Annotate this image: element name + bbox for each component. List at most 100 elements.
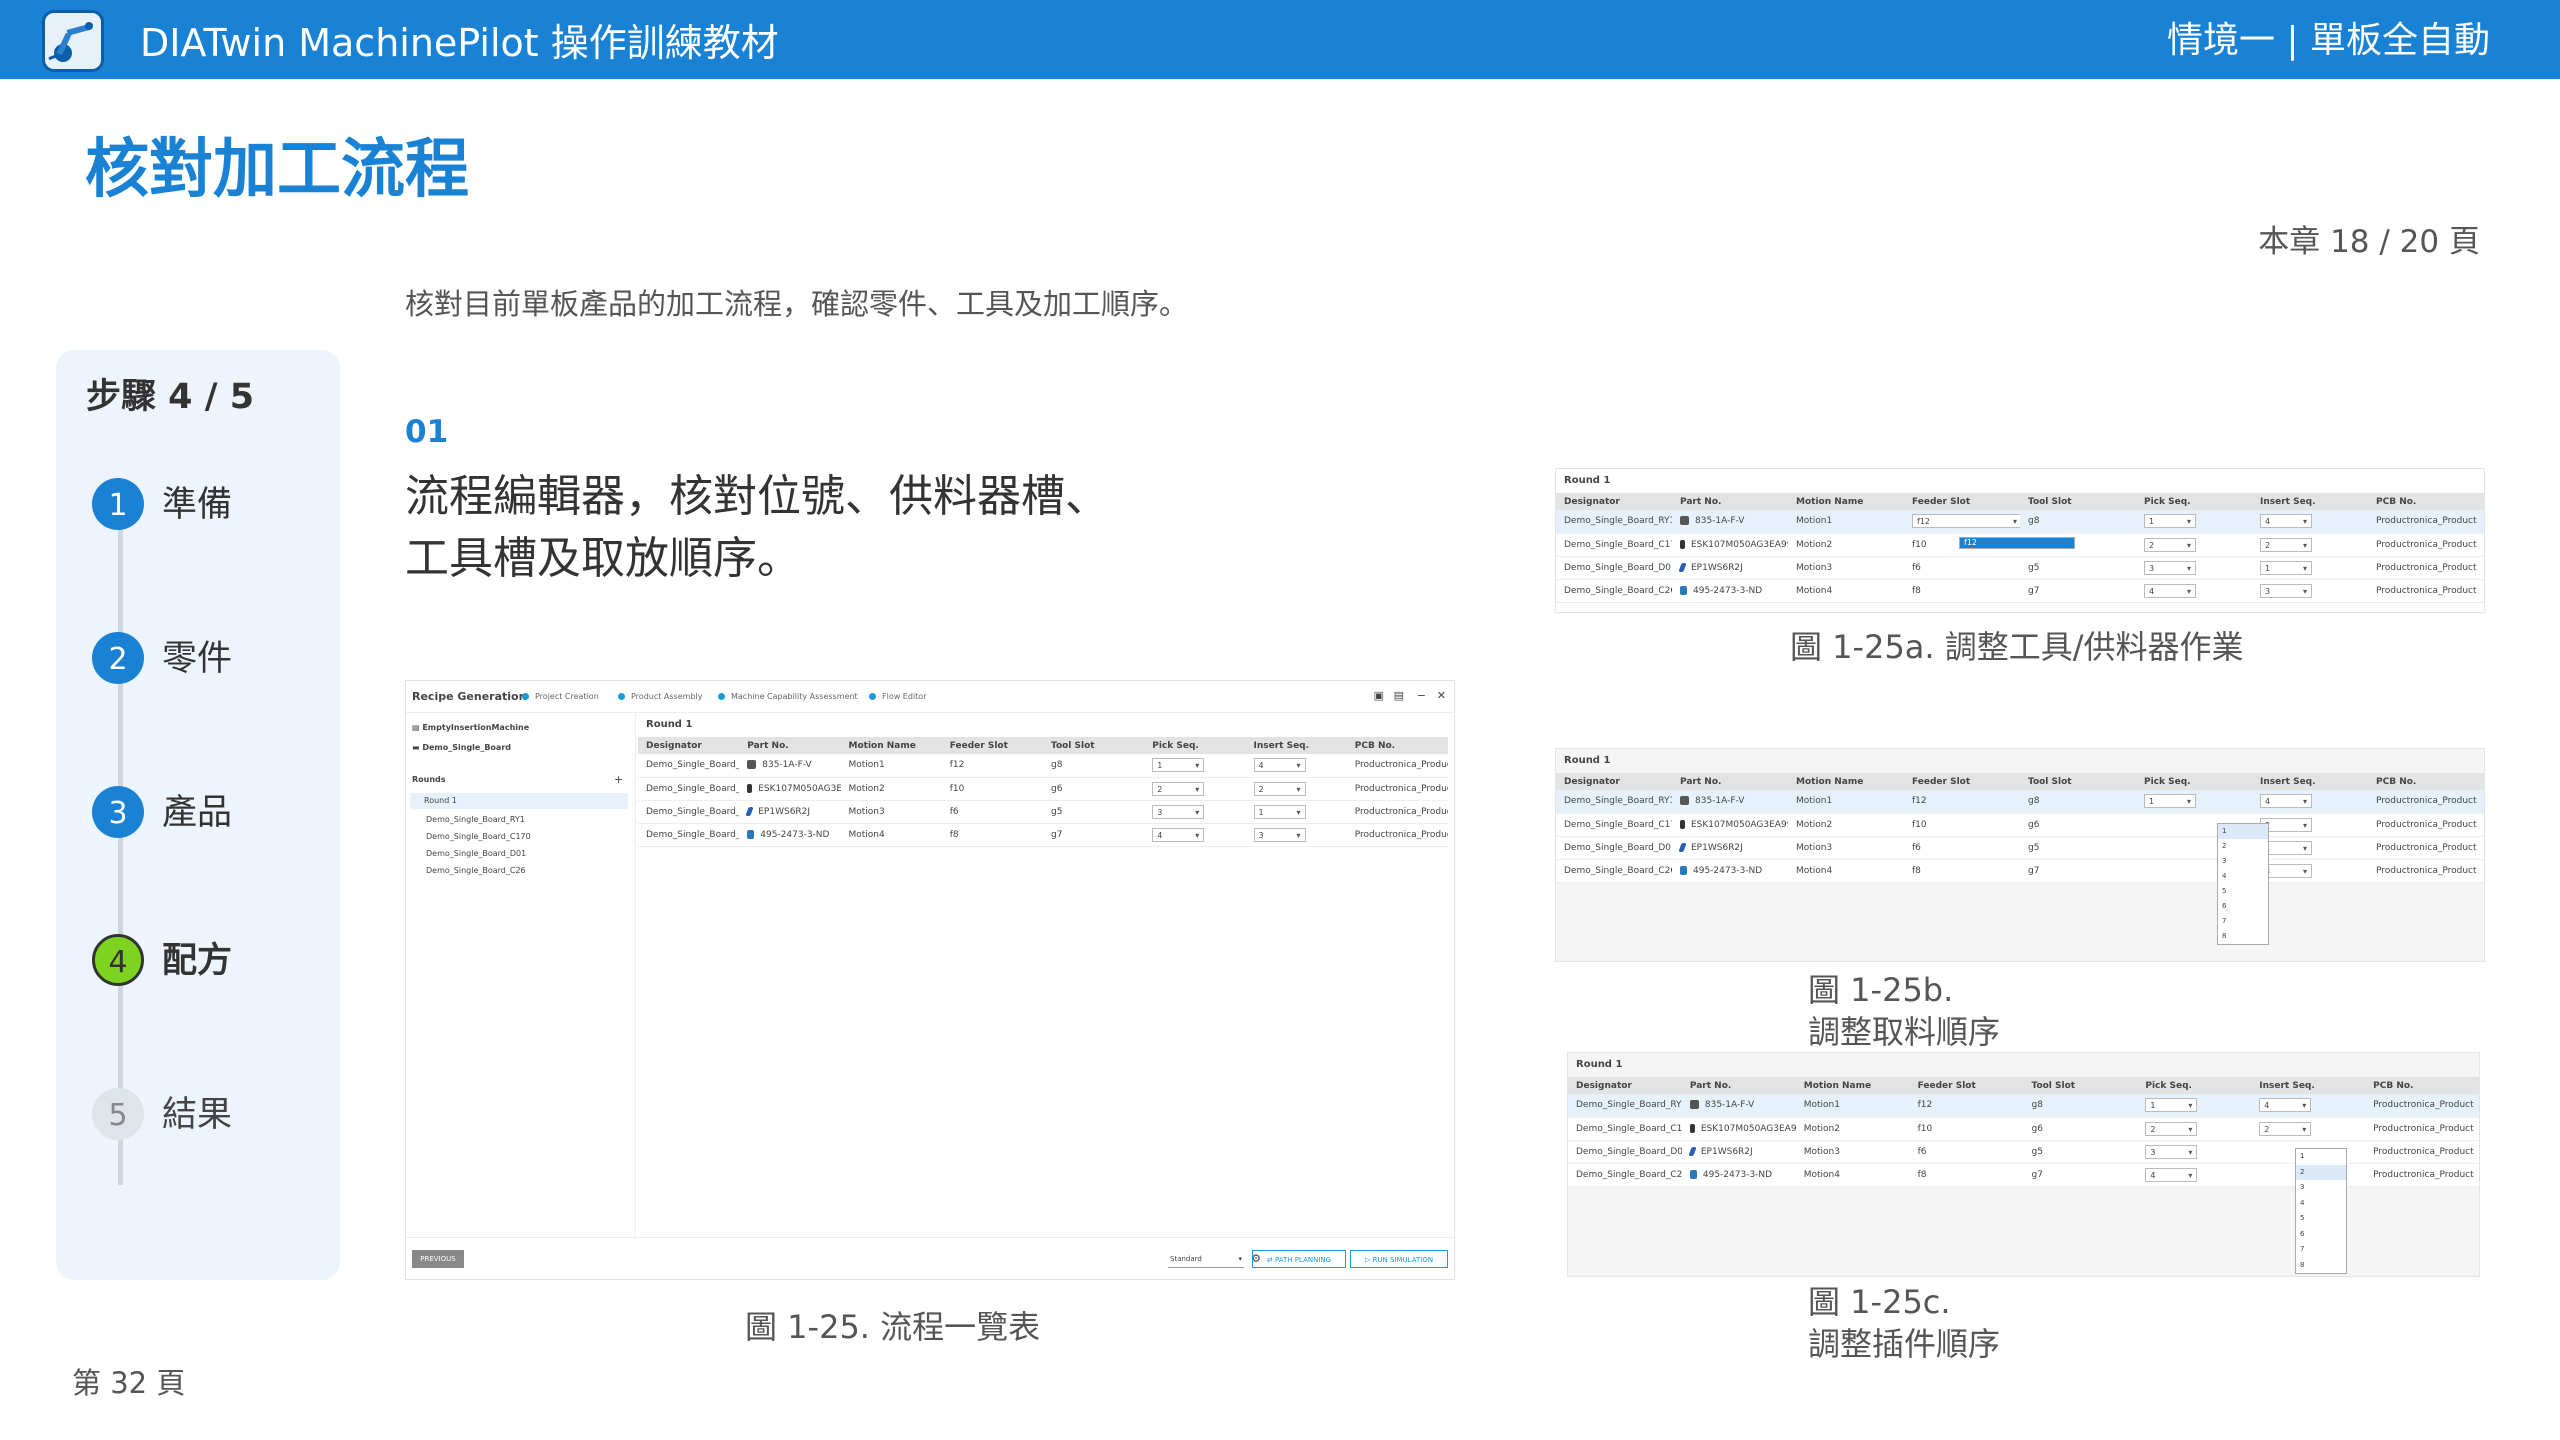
tool-cell[interactable]: g5 bbox=[2020, 556, 2136, 580]
pick-seq-select[interactable]: 2 bbox=[2145, 1121, 2198, 1136]
insert-seq-dropdown-list[interactable]: 1 2 3 4 5 6 7 8 bbox=[2295, 1148, 2347, 1274]
table-row[interactable]: Demo_Single_Board_D01 EP1WS6R2J Motion3 … bbox=[638, 800, 1448, 824]
feeder-cell[interactable]: f6 bbox=[941, 800, 1043, 824]
table-row[interactable]: Demo_Single_Board_C26 495-2473-3-ND Moti… bbox=[638, 823, 1448, 847]
pick-seq-dropdown-list[interactable]: 1 2 3 4 5 6 7 8 bbox=[2217, 823, 2269, 945]
insert-option[interactable]: 3 bbox=[2296, 1180, 2346, 1196]
feeder-select[interactable]: f12 bbox=[1912, 514, 2020, 529]
insert-option[interactable]: 7 bbox=[2296, 1242, 2346, 1258]
insert-seq-cell[interactable]: 1 bbox=[1245, 800, 1347, 824]
insert-option[interactable]: 8 bbox=[2296, 1258, 2346, 1274]
feeder-dropdown-list[interactable]: f12 bbox=[1959, 537, 2075, 549]
feeder-option[interactable]: f12 bbox=[1960, 538, 2074, 548]
insert-seq-cell[interactable]: 2 bbox=[2251, 1117, 2366, 1141]
feeder-cell[interactable]: f12 bbox=[1904, 510, 2020, 534]
pick-seq-cell[interactable]: 2 bbox=[1144, 777, 1246, 801]
pick-seq-cell[interactable]: 4 bbox=[2137, 1163, 2252, 1187]
tool-cell[interactable]: g8 bbox=[2020, 790, 2136, 814]
step-5[interactable]: 5 結果 bbox=[92, 1088, 332, 1148]
tool-cell[interactable]: g8 bbox=[2023, 1094, 2138, 1118]
feeder-cell[interactable]: f10 bbox=[1904, 813, 2020, 837]
step-1[interactable]: 1 準備 bbox=[92, 478, 332, 538]
feeder-cell[interactable]: f12 bbox=[941, 754, 1043, 778]
wizard-step[interactable]: Flow Editor bbox=[869, 692, 926, 701]
pick-seq-select[interactable]: 3 bbox=[1152, 804, 1205, 819]
insert-seq-cell[interactable]: 4 bbox=[2252, 510, 2368, 534]
pick-option[interactable]: 1 bbox=[2218, 824, 2268, 839]
machine-node[interactable]: ▤ EmptyInsertionMachine bbox=[412, 723, 529, 732]
tree-round-1[interactable]: Round 1 bbox=[410, 793, 628, 809]
pick-option[interactable]: 4 bbox=[2218, 869, 2268, 884]
insert-option[interactable]: 2 bbox=[2296, 1164, 2346, 1180]
step-3[interactable]: 3 產品 bbox=[92, 786, 332, 846]
insert-seq-cell[interactable]: 3 bbox=[1245, 823, 1347, 847]
table-row[interactable]: Demo_Single_Board_D01 EP1WS6R2J Motion3 … bbox=[1556, 556, 2484, 580]
tree-item[interactable]: Demo_Single_Board_RY1 bbox=[426, 815, 525, 824]
insert-seq-cell[interactable]: 3 bbox=[2252, 579, 2368, 603]
pick-seq-cell[interactable]: 4 bbox=[2136, 579, 2252, 603]
pick-seq-select[interactable]: 1 bbox=[1152, 758, 1205, 773]
pick-option[interactable]: 6 bbox=[2218, 899, 2268, 914]
insert-seq-select[interactable]: 2 bbox=[2259, 1121, 2312, 1136]
pick-seq-cell[interactable]: 2 bbox=[2136, 533, 2252, 557]
previous-button[interactable]: PREVIOUS bbox=[412, 1250, 464, 1268]
wizard-step[interactable]: Machine Capability Assessment bbox=[718, 692, 858, 701]
pick-seq-select[interactable]: 4 bbox=[2145, 1167, 2198, 1182]
insert-seq-cell[interactable]: 2 bbox=[1245, 777, 1347, 801]
tool-cell[interactable]: g5 bbox=[2023, 1140, 2138, 1164]
insert-option[interactable]: 6 bbox=[2296, 1227, 2346, 1243]
wizard-step[interactable]: Project Creation bbox=[522, 692, 599, 701]
tool-cell[interactable]: g7 bbox=[2023, 1163, 2138, 1187]
pick-seq-cell[interactable]: 3 bbox=[1144, 800, 1246, 824]
table-row[interactable]: Demo_Single_Board_D01 EP1WS6R2J Motion3 … bbox=[1556, 836, 2484, 860]
tree-item[interactable]: Demo_Single_Board_C26 bbox=[426, 866, 526, 875]
table-row[interactable]: Demo_Single_Board_C170 ESK107M050AG3EA99… bbox=[1568, 1117, 2479, 1141]
pick-option[interactable]: 8 bbox=[2218, 929, 2268, 944]
pick-seq-select[interactable]: 2 bbox=[1152, 781, 1205, 796]
insert-seq-select[interactable]: 1 bbox=[1253, 804, 1306, 819]
pick-seq-select[interactable]: 4 bbox=[1152, 827, 1205, 842]
wizard-step[interactable]: Product Assembly bbox=[618, 692, 702, 701]
table-row[interactable]: Demo_Single_Board_RY1 835-1A-F-V Motion1… bbox=[1556, 790, 2484, 814]
insert-seq-cell[interactable]: 4 bbox=[2252, 790, 2368, 814]
insert-seq-select[interactable]: 4 bbox=[2259, 1098, 2312, 1113]
pick-seq-cell[interactable]: 4 bbox=[1144, 823, 1246, 847]
pick-seq-cell[interactable]: 1 bbox=[2137, 1094, 2252, 1118]
tool-cell[interactable]: g6 bbox=[2020, 813, 2136, 837]
tool-cell[interactable]: g6 bbox=[1043, 777, 1145, 801]
feeder-cell[interactable]: f8 bbox=[1904, 859, 2020, 883]
pick-seq-select[interactable]: 2 bbox=[2144, 537, 2196, 552]
insert-seq-select[interactable]: 4 bbox=[2260, 794, 2312, 809]
tool-cell[interactable]: g7 bbox=[2020, 859, 2136, 883]
path-planning-button[interactable]: ⇄ PATH PLANNING bbox=[1252, 1250, 1346, 1268]
add-round-button[interactable]: + bbox=[614, 773, 623, 786]
insert-seq-select[interactable]: 4 bbox=[1253, 758, 1306, 773]
feeder-cell[interactable]: f6 bbox=[1904, 556, 2020, 580]
tree-item[interactable]: Demo_Single_Board_C170 bbox=[426, 832, 531, 841]
table-row[interactable]: Demo_Single_Board_RY1 835-1A-F-V Motion1… bbox=[1568, 1094, 2479, 1118]
insert-seq-cell[interactable]: 4 bbox=[2251, 1094, 2366, 1118]
tool-cell[interactable]: g8 bbox=[2020, 510, 2136, 534]
insert-option[interactable]: 1 bbox=[2296, 1149, 2346, 1165]
insert-seq-select[interactable]: 3 bbox=[2260, 583, 2312, 598]
step-4[interactable]: 4 配方 bbox=[92, 934, 332, 994]
insert-seq-select[interactable]: 4 bbox=[2260, 514, 2312, 529]
insert-seq-cell[interactable]: 1 bbox=[2252, 556, 2368, 580]
table-row[interactable]: Demo_Single_Board_C170 ESK107M050AG3EA99… bbox=[638, 777, 1448, 801]
pick-seq-cell[interactable]: 3 bbox=[2136, 556, 2252, 580]
insert-option[interactable]: 4 bbox=[2296, 1196, 2346, 1212]
table-row[interactable]: Demo_Single_Board_C26 495-2473-3-ND Moti… bbox=[1556, 859, 2484, 883]
board-node[interactable]: ▬ Demo_Single_Board bbox=[412, 743, 511, 752]
pick-seq-select[interactable]: 1 bbox=[2144, 514, 2196, 529]
pick-seq-select[interactable]: 3 bbox=[2145, 1144, 2198, 1159]
feeder-cell[interactable]: f8 bbox=[1904, 579, 2020, 603]
pick-seq-cell[interactable]: 1 bbox=[2136, 510, 2252, 534]
pick-seq-select[interactable]: 1 bbox=[2145, 1098, 2198, 1113]
pick-seq-select[interactable]: 3 bbox=[2144, 560, 2196, 575]
pick-seq-select[interactable]: 1 bbox=[2144, 794, 2196, 809]
tool-cell[interactable]: g6 bbox=[2023, 1117, 2138, 1141]
pick-seq-cell[interactable]: 2 bbox=[2137, 1117, 2252, 1141]
insert-seq-select[interactable]: 1 bbox=[2260, 560, 2312, 575]
insert-seq-cell[interactable]: 1 bbox=[2252, 836, 2368, 860]
table-row[interactable]: Demo_Single_Board_RY1 835-1A-F-V Motion1… bbox=[1556, 510, 2484, 534]
